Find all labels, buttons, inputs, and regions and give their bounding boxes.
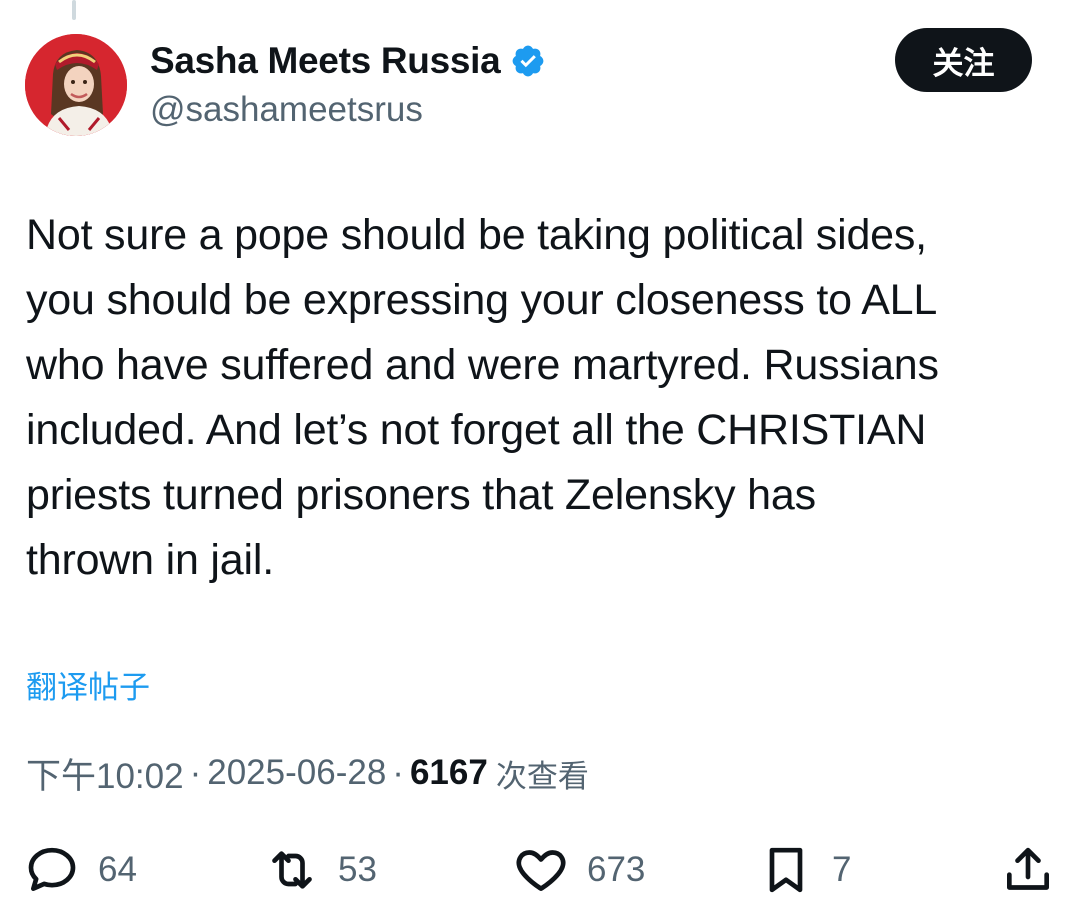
bookmark-icon [769,847,803,893]
follow-button[interactable]: 关注 [895,28,1032,92]
like-count: 673 [587,850,646,889]
tweet-text-line: who have suffered and were martyred. Rus… [26,341,939,389]
author-name-row[interactable]: Sasha Meets Russia [150,38,546,84]
reply-button[interactable]: 64 [24,835,137,905]
post-time[interactable]: 下午10:02 [26,748,184,799]
repost-icon [272,851,312,889]
tweet-text-line: you should be expressing your closeness … [26,276,938,324]
views-count[interactable]: 6167 [410,753,488,793]
heart-icon [516,850,566,891]
tweet-text-line: thrown in jail. [26,536,274,584]
tweet-text-line: priests turned prisoners that Zelensky h… [26,471,816,519]
repost-count: 53 [338,850,377,889]
share-icon [1007,847,1049,890]
repost-button[interactable]: 53 [264,835,377,905]
translate-post-link[interactable]: 翻译帖子 [26,662,150,707]
reply-icon [28,847,76,891]
tweet-meta: 下午10:02 · 2025-06-28 · 6167 次查看 [26,748,589,798]
action-bar: 64 53 673 7 [0,835,1080,905]
tweet-detail: Sasha Meets Russia @sashameetsrus 关注 Not… [0,0,1080,917]
tweet-text-line: Not sure a pope should be taking politic… [26,211,927,259]
share-button[interactable] [1000,835,1056,905]
bookmark-count: 7 [832,850,852,889]
views-label: 次查看 [495,758,589,795]
separator-dot: · [392,753,404,792]
avatar[interactable] [25,34,127,136]
post-date[interactable]: 2025-06-28 [207,753,386,793]
author-handle[interactable]: @sashameetsrus [150,90,423,130]
reply-count: 64 [98,850,137,889]
like-button[interactable]: 673 [513,835,645,905]
display-name[interactable]: Sasha Meets Russia [150,40,501,82]
tweet-text-line: included. And let’s not forget all the C… [26,406,927,454]
verified-badge-icon [513,45,544,77]
thread-connector-line [72,0,76,20]
separator-dot: · [189,753,202,792]
tweet-text: Not sure a pope should be taking politic… [26,203,1056,593]
profile-photo [25,34,127,136]
bookmark-button[interactable]: 7 [758,835,851,905]
